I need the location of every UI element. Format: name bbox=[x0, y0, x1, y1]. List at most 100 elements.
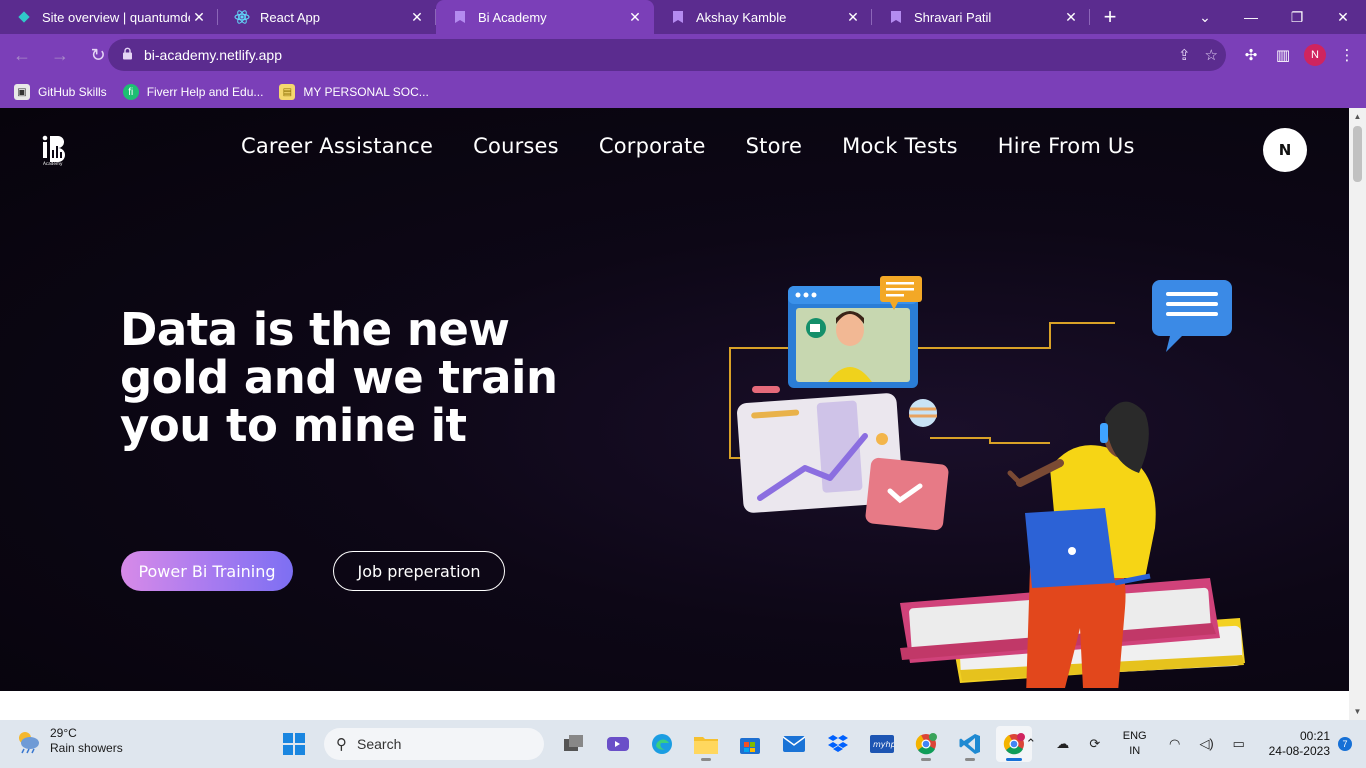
address-bar[interactable]: bi-academy.netlify.app ⇪ ☆ bbox=[108, 39, 1226, 71]
windows-icon bbox=[283, 733, 305, 755]
side-panel-icon[interactable]: ▥ bbox=[1272, 44, 1294, 66]
user-avatar[interactable]: N bbox=[1263, 128, 1307, 172]
microsoft-store-button[interactable] bbox=[732, 726, 768, 762]
bookmark-page-icon bbox=[452, 9, 468, 25]
tab-bi-academy[interactable]: Bi Academy ✕ bbox=[436, 0, 654, 34]
restore-icon[interactable]: ❐ bbox=[1274, 9, 1320, 26]
notification-badge[interactable]: 7 bbox=[1338, 737, 1352, 751]
start-button[interactable] bbox=[276, 726, 312, 762]
svg-text:Academy: Academy bbox=[43, 161, 63, 166]
clock-date: 24-08-2023 bbox=[1268, 744, 1330, 758]
forward-icon[interactable]: → bbox=[44, 39, 76, 71]
edge-button[interactable] bbox=[644, 726, 680, 762]
extensions-icon[interactable]: ✣ bbox=[1240, 44, 1262, 66]
url-text: bi-academy.netlify.app bbox=[144, 47, 282, 63]
nav-career-assistance[interactable]: Career Assistance bbox=[241, 134, 433, 158]
close-icon[interactable]: ✕ bbox=[626, 8, 644, 26]
bookmark-fiverr[interactable]: fi Fiverr Help and Edu... bbox=[122, 84, 263, 100]
store-icon bbox=[740, 738, 760, 754]
scroll-down-icon[interactable]: ▼ bbox=[1349, 707, 1366, 716]
close-icon[interactable]: ✕ bbox=[1062, 8, 1080, 26]
star-icon[interactable]: ☆ bbox=[1205, 46, 1218, 64]
headline-line: you to mine it bbox=[120, 399, 467, 452]
window-controls: ⌄ — ❐ ✕ bbox=[1182, 0, 1366, 34]
bi-academy-logo[interactable]: Academy bbox=[40, 132, 74, 166]
system-tray: ⌃ ☁ ⟳ ENG IN ◠ ◁) ▭ 00:21 24-08-2023 7 bbox=[1015, 720, 1366, 768]
nav-mock-tests[interactable]: Mock Tests bbox=[842, 134, 958, 158]
note-icon: ▤ bbox=[279, 84, 296, 100]
bookmark-personal-social[interactable]: ▤ MY PERSONAL SOC... bbox=[279, 84, 429, 100]
close-icon[interactable]: ✕ bbox=[190, 8, 208, 26]
nav-courses[interactable]: Courses bbox=[473, 134, 559, 158]
minimize-icon[interactable]: — bbox=[1228, 9, 1274, 25]
job-preparation-button[interactable]: Job preperation bbox=[333, 551, 505, 591]
tab-site-overview[interactable]: Site overview | quantumdesig ✕ bbox=[0, 0, 218, 34]
react-icon bbox=[234, 9, 250, 25]
volume-icon[interactable]: ◁) bbox=[1191, 736, 1223, 752]
myhp-icon: myhp bbox=[870, 735, 894, 753]
headline-line: gold and we train bbox=[120, 351, 558, 404]
dropbox-button[interactable] bbox=[820, 726, 856, 762]
tab-search-icon[interactable]: ⌄ bbox=[1182, 9, 1228, 26]
clock[interactable]: 00:21 24-08-2023 bbox=[1269, 729, 1330, 759]
mail-icon bbox=[783, 736, 805, 752]
tab-title: Akshay Kamble bbox=[696, 9, 787, 25]
tab-akshay-kamble[interactable]: Akshay Kamble ✕ bbox=[654, 0, 872, 34]
weather-widget[interactable]: 29°C Rain showers bbox=[14, 726, 123, 756]
language-indicator[interactable]: ENG IN bbox=[1123, 729, 1147, 759]
tab-title: React App bbox=[260, 9, 320, 25]
bookmark-github-skills[interactable]: ▣ GitHub Skills bbox=[14, 84, 107, 100]
nav-corporate[interactable]: Corporate bbox=[599, 134, 706, 158]
chrome-icon bbox=[915, 733, 937, 755]
edge-icon bbox=[652, 734, 672, 754]
tab-title: Bi Academy bbox=[478, 9, 547, 25]
netlify-icon bbox=[16, 9, 32, 25]
vscode-button[interactable] bbox=[952, 726, 988, 762]
scroll-up-icon[interactable]: ▲ bbox=[1349, 112, 1366, 121]
taskbar-search[interactable]: ⚲ Search bbox=[324, 728, 544, 760]
website-viewport: Academy Career Assistance Courses Corpor… bbox=[0, 108, 1349, 691]
vscode-icon bbox=[959, 734, 980, 754]
chevron-up-icon[interactable]: ⌃ bbox=[1015, 736, 1047, 752]
hero-headline: Data is the new gold and we train you to… bbox=[120, 306, 590, 450]
page-scrollbar[interactable]: ▲ ▼ bbox=[1349, 108, 1366, 720]
sync-icon[interactable]: ⟳ bbox=[1079, 736, 1111, 752]
folder-icon bbox=[694, 737, 718, 754]
tab-shravari-patil[interactable]: Shravari Patil ✕ bbox=[872, 0, 1090, 34]
file-explorer-button[interactable] bbox=[688, 726, 724, 762]
back-icon[interactable]: ← bbox=[6, 39, 38, 71]
bookmarks-bar: ▣ GitHub Skills fi Fiverr Help and Edu..… bbox=[0, 76, 1366, 108]
nav-store[interactable]: Store bbox=[746, 134, 803, 158]
teams-chat-button[interactable] bbox=[600, 726, 636, 762]
windows-taskbar: 29°C Rain showers ⚲ Search myhp ⌃ ☁ ⟳ EN… bbox=[0, 720, 1366, 768]
svg-text:myhp: myhp bbox=[873, 740, 894, 749]
close-icon[interactable]: ✕ bbox=[408, 8, 426, 26]
task-view-button[interactable] bbox=[556, 726, 592, 762]
mail-button[interactable] bbox=[776, 726, 812, 762]
myhp-button[interactable]: myhp bbox=[864, 726, 900, 762]
close-icon[interactable]: ✕ bbox=[844, 8, 862, 26]
nav-hire-from-us[interactable]: Hire From Us bbox=[998, 134, 1135, 158]
share-icon[interactable]: ⇪ bbox=[1178, 46, 1191, 64]
headline-line: Data is the new bbox=[120, 303, 510, 356]
browser-tab-strip: Site overview | quantumdesig ✕ React App… bbox=[0, 0, 1366, 34]
battery-icon[interactable]: ▭ bbox=[1223, 736, 1255, 752]
close-window-icon[interactable]: ✕ bbox=[1320, 9, 1366, 26]
wifi-icon[interactable]: ◠ bbox=[1159, 736, 1191, 752]
clock-time: 00:21 bbox=[1299, 729, 1330, 743]
rain-cloud-icon bbox=[19, 732, 39, 754]
bookmark-page-icon bbox=[670, 9, 686, 25]
scrollbar-thumb[interactable] bbox=[1353, 126, 1362, 182]
new-tab-button[interactable]: + bbox=[1090, 0, 1130, 34]
weather-description: Rain showers bbox=[50, 741, 123, 755]
taskbar-apps: ⚲ Search myhp bbox=[276, 724, 1032, 764]
profile-avatar[interactable]: N bbox=[1304, 44, 1326, 66]
tab-title: Site overview | quantumdesig bbox=[42, 9, 190, 25]
kebab-menu-icon[interactable]: ⋮ bbox=[1336, 44, 1358, 66]
tab-react-app[interactable]: React App ✕ bbox=[218, 0, 436, 34]
lock-icon[interactable] bbox=[122, 47, 134, 63]
cloud-offline-icon[interactable]: ☁ bbox=[1047, 736, 1079, 752]
task-view-icon bbox=[564, 735, 583, 751]
power-bi-training-button[interactable]: Power Bi Training bbox=[121, 551, 293, 591]
chrome-profile-button[interactable] bbox=[908, 726, 944, 762]
